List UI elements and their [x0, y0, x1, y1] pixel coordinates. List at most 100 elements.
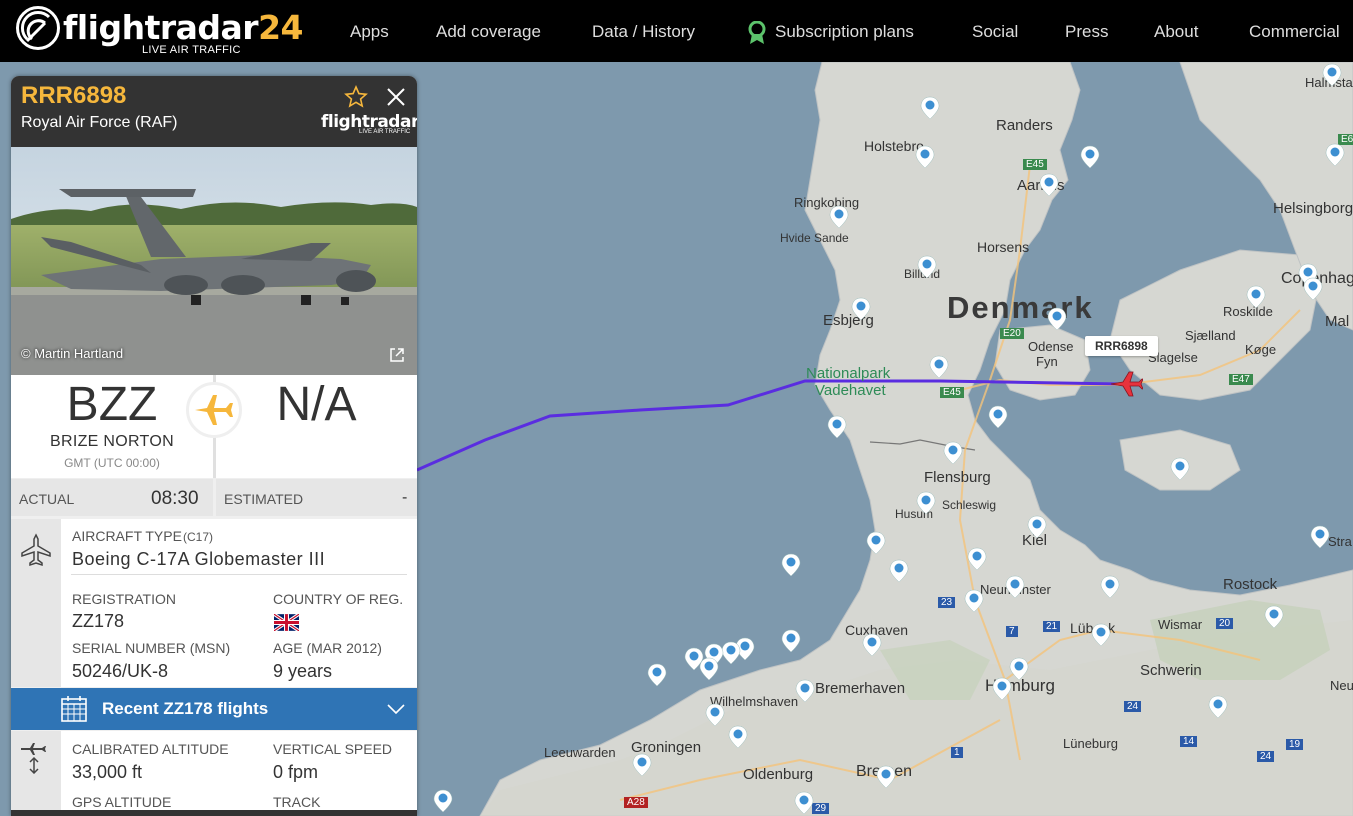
age-label: AGE (MAR 2012) [273, 640, 382, 656]
origin-iata[interactable]: BZZ [11, 377, 213, 432]
city-label: Mal [1325, 313, 1350, 330]
city-label: Neumunster [980, 582, 1051, 597]
road-shield: A28 [624, 797, 648, 808]
info-separator [71, 574, 407, 575]
nav-add-coverage[interactable]: Add coverage [436, 22, 541, 42]
city-label: Hvide Sande [780, 231, 849, 245]
aircraft-icon-column [11, 519, 61, 687]
road-shield: E47 [1229, 374, 1253, 385]
city-label: Kiel [1022, 532, 1048, 549]
altitude-section: CALIBRATED ALTITUDE 33,000 ft VERTICAL S… [11, 731, 417, 816]
photo-credit[interactable]: © Martin Hartland [21, 346, 123, 361]
road-shield: 14 [1180, 736, 1198, 747]
city-label: Hamburg [985, 676, 1055, 695]
road-shield: 29 [812, 803, 830, 814]
track-label: TRACK [273, 794, 321, 810]
calibrated-altitude-label: CALIBRATED ALTITUDE [72, 741, 229, 757]
registration-label: REGISTRATION [72, 591, 176, 607]
city-label: Schwerin [1140, 662, 1202, 679]
road-shield: E6 [1338, 134, 1353, 145]
city-label: Oldenburg [743, 766, 814, 783]
nav-data-history[interactable]: Data / History [592, 22, 695, 42]
city-label: Stra [1328, 534, 1352, 549]
flightradar24-logo[interactable]: flightradar24 LIVE AIR TRAFFIC [16, 6, 304, 56]
city-label: Aarhus [1017, 177, 1065, 194]
aircraft-age: 9 years [273, 661, 333, 681]
road-shield: 1 [951, 747, 963, 758]
park-label: Nationalpark [806, 365, 891, 382]
city-label: Copenhagen [1281, 270, 1353, 287]
altitude-icon-column [11, 731, 61, 816]
city-label: Flensburg [924, 469, 991, 486]
logo-number-text: 24 [258, 8, 304, 47]
estimated-time: - [402, 489, 408, 506]
flight-callsign: RRR6898 [21, 82, 127, 109]
award-ribbon-icon [748, 21, 766, 44]
external-link-icon[interactable] [388, 346, 406, 364]
panel-logo-tagline: LIVE AIR TRAFFIC [359, 129, 411, 135]
city-label: Lübeck [1070, 620, 1116, 636]
origin-timezone: GMT (UTC 00:00) [64, 456, 160, 470]
road-shield: E45 [940, 387, 964, 398]
chevron-down-icon[interactable] [387, 704, 405, 716]
actual-label: ACTUAL [19, 491, 75, 507]
registration[interactable]: ZZ178 [72, 611, 124, 632]
calendar-icon [61, 696, 87, 722]
city-label: Sjælland [1185, 328, 1236, 343]
nav-press[interactable]: Press [1065, 22, 1108, 42]
road-shield: E20 [1000, 328, 1024, 339]
nav-commercial[interactable]: Commercial [1249, 22, 1340, 42]
city-label: Groningen [631, 739, 702, 756]
logo-tagline: LIVE AIR TRAFFIC [142, 44, 241, 56]
road-shield: 20 [1216, 618, 1234, 629]
flight-callsign-tag[interactable]: RRR6898 [1085, 336, 1158, 356]
nav-about[interactable]: About [1154, 22, 1198, 42]
nav-social[interactable]: Social [972, 22, 1018, 42]
nav-apps[interactable]: Apps [350, 22, 389, 42]
route-plane-icon [186, 382, 242, 438]
gps-altitude-label: GPS ALTITUDE [72, 794, 172, 810]
recent-flights-label[interactable]: Recent ZZ178 flights [102, 699, 268, 719]
road-shield: 7 [1006, 626, 1018, 637]
aircraft-type-code: (C17) [183, 530, 214, 544]
aircraft-type[interactable]: Boeing C-17A Globemaster III [72, 549, 325, 570]
city-label: Leeuwarden [544, 745, 616, 760]
aircraft-info-section: AIRCRAFT TYPE (C17) Boeing C-17A Globema… [11, 519, 417, 687]
top-navigation-bar: flightradar24 LIVE AIR TRAFFIC Apps Add … [0, 0, 1353, 62]
radar-logo-icon [16, 6, 60, 50]
times-row: ACTUAL 08:30 ESTIMATED - [11, 479, 417, 516]
city-label: Odense [1028, 339, 1074, 354]
flight-details-panel: RRR6898 Royal Air Force (RAF) flightrada… [11, 76, 417, 816]
times-divider [213, 479, 216, 516]
aircraft-photo[interactable]: © Martin Hartland [11, 147, 417, 375]
panel-bottom-bar [11, 810, 417, 816]
city-label: Cuxhaven [845, 622, 909, 638]
uk-flag-icon [274, 614, 299, 631]
city-label: Rostock [1223, 576, 1278, 593]
road-shield: 23 [938, 597, 956, 608]
city-label: Esbjerg [823, 312, 874, 329]
city-label: Schleswig [942, 498, 997, 512]
aircraft-type-label: AIRCRAFT TYPE [72, 528, 182, 544]
city-label: Halmstad [1305, 75, 1353, 90]
city-label: Billund [904, 267, 941, 281]
origin-city[interactable]: BRIZE NORTON [11, 433, 213, 451]
road-shield: 19 [1286, 739, 1304, 750]
aircraft-marker-icon[interactable] [1109, 369, 1143, 399]
city-label: Wilhelmshaven [710, 694, 799, 709]
recent-flights-bar[interactable]: Recent ZZ178 flights [11, 688, 417, 730]
country-label: COUNTRY OF REG. [273, 591, 404, 607]
city-label: Husum [895, 507, 934, 521]
city-label: Ringkobing [794, 195, 860, 210]
city-label: Roskilde [1223, 304, 1273, 319]
close-icon[interactable] [385, 86, 407, 108]
favorite-star-icon[interactable] [344, 85, 368, 109]
city-label: Neu [1330, 678, 1353, 693]
city-label: Helsingborg [1273, 200, 1353, 217]
destination-iata: N/A [276, 378, 357, 431]
serial-number: 50246/UK-8 [72, 661, 169, 681]
road-shield: 21 [1043, 621, 1061, 632]
road-shield: E45 [1023, 159, 1047, 170]
calibrated-altitude: 33,000 ft [72, 762, 143, 782]
nav-subscription-plans[interactable]: Subscription plans [775, 22, 914, 42]
